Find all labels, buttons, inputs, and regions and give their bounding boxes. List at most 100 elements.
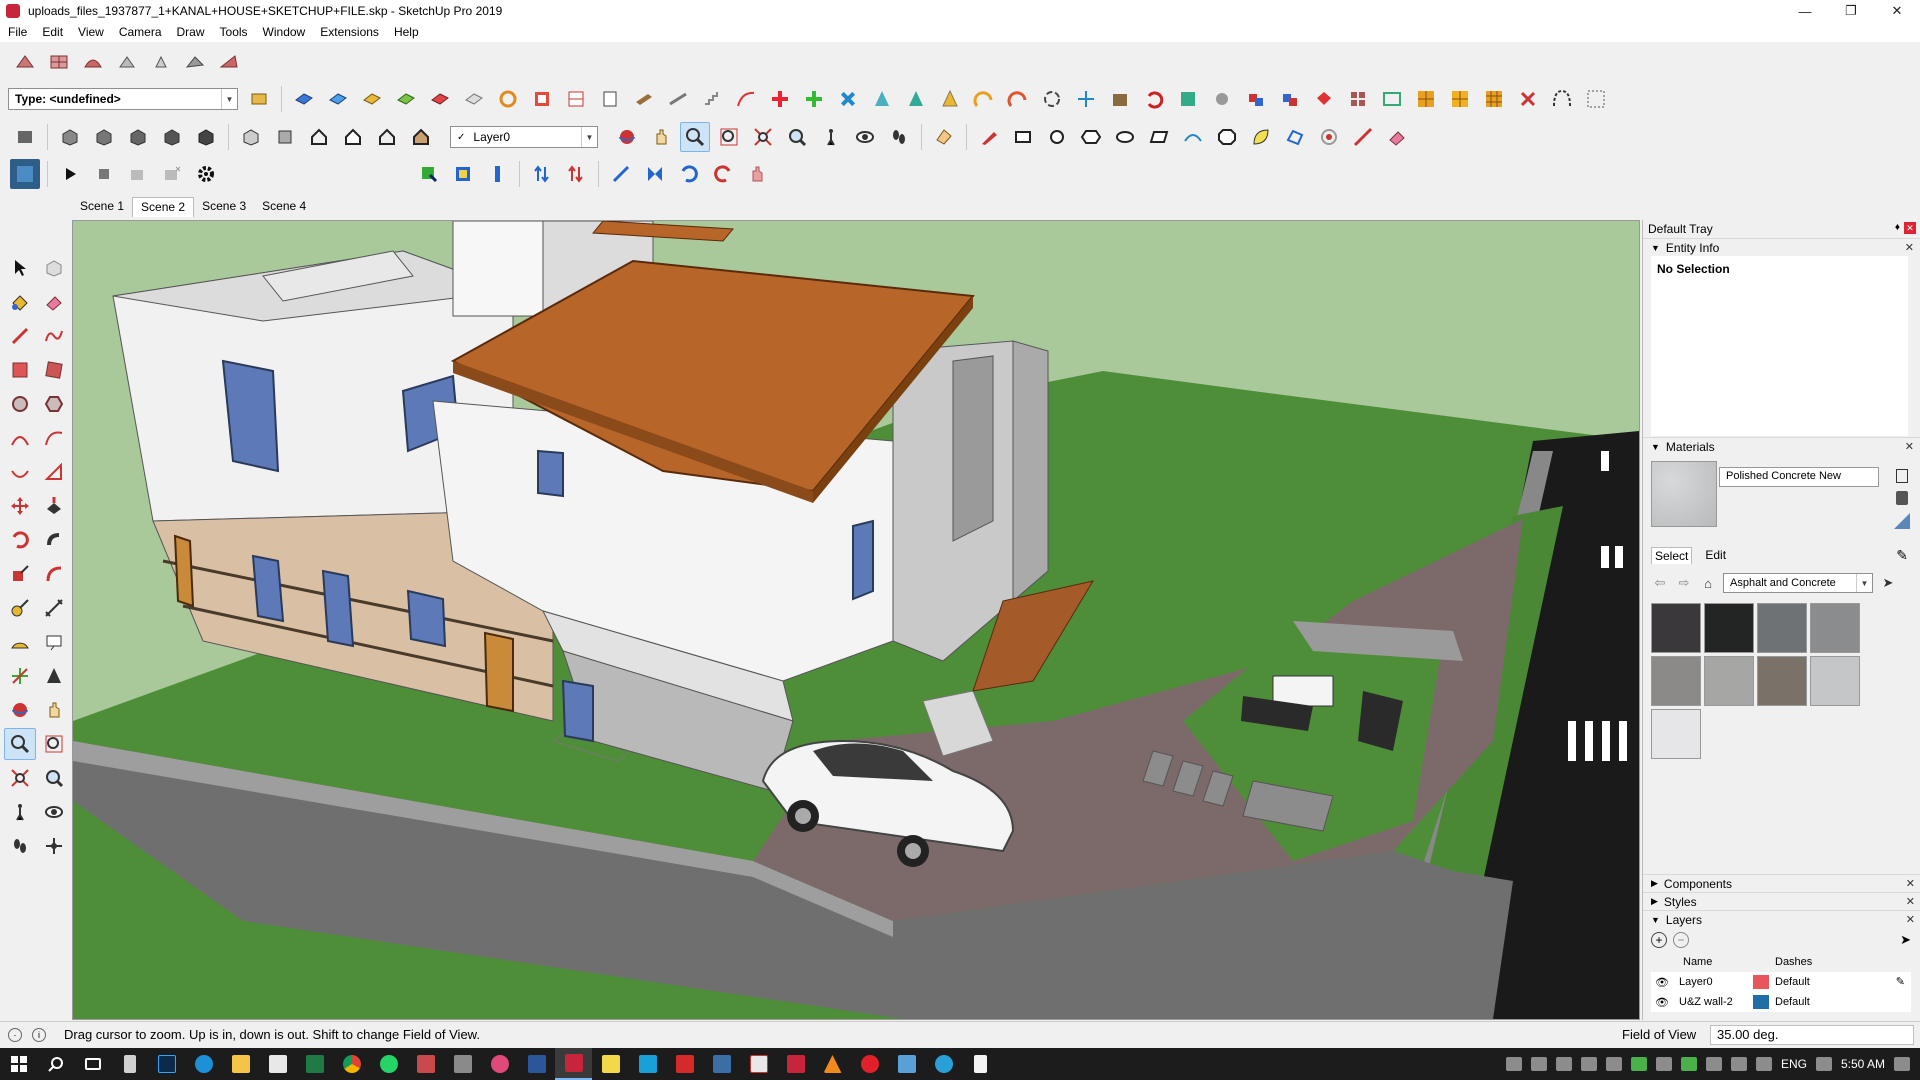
material-swatch[interactable] (1704, 603, 1754, 653)
pan-tool-icon[interactable] (38, 694, 70, 726)
layer-dashes[interactable]: Default (1775, 976, 1855, 988)
previous-tool-icon[interactable] (38, 762, 70, 794)
ifc-wall-icon[interactable] (527, 84, 557, 114)
eraser-pink-icon[interactable] (1382, 122, 1412, 152)
protractor-icon[interactable] (4, 626, 36, 658)
cone-icon[interactable] (867, 84, 897, 114)
line-tool-icon[interactable] (4, 320, 36, 352)
layers-stack-icon[interactable] (10, 122, 40, 152)
cubes-blue-icon[interactable] (1275, 84, 1305, 114)
previous-view-icon[interactable] (782, 122, 812, 152)
material-swatch[interactable] (1810, 603, 1860, 653)
tab-select[interactable]: Select (1651, 547, 1693, 564)
panel-close-icon[interactable]: ✕ (1906, 913, 1915, 926)
walk-tool-icon[interactable] (4, 830, 36, 862)
ellipse-tool-icon[interactable] (1110, 122, 1140, 152)
back-view-icon[interactable] (191, 122, 221, 152)
textured-icon[interactable] (406, 122, 436, 152)
tray-app-icon[interactable] (1530, 1057, 1547, 1071)
sketchup-layout-icon[interactable] (777, 1048, 814, 1080)
materials-header[interactable]: ▼ Materials ✕ (1643, 437, 1920, 455)
paint-stack-icon[interactable] (1896, 491, 1908, 505)
model-viewport[interactable] (72, 220, 1640, 1020)
align-icon[interactable] (606, 159, 636, 189)
move-down-icon[interactable] (561, 159, 591, 189)
text-tool-icon[interactable] (38, 626, 70, 658)
top-view-icon[interactable] (89, 122, 119, 152)
layer-combo[interactable]: ✓ Layer0 ▼ (450, 126, 598, 148)
material-swatch[interactable] (1651, 709, 1701, 759)
ifc-stair-icon[interactable] (697, 84, 727, 114)
curve-icon[interactable] (731, 84, 761, 114)
tray-app-icon[interactable] (1655, 1057, 1672, 1071)
stop-icon[interactable] (89, 159, 119, 189)
offset-tool-icon[interactable] (38, 558, 70, 590)
look-around-tool-icon[interactable] (38, 796, 70, 828)
grid-orange-icon[interactable] (1411, 84, 1441, 114)
sample-paint-icon[interactable] (1894, 513, 1910, 529)
app-screen-icon[interactable] (888, 1048, 925, 1080)
section-tool-icon[interactable] (38, 830, 70, 862)
move-up-icon[interactable] (527, 159, 557, 189)
cube-green-icon[interactable] (1173, 84, 1203, 114)
orbit-tool-icon[interactable] (4, 694, 36, 726)
tray-app-icon[interactable] (1555, 1057, 1572, 1071)
notifications-icon[interactable] (1815, 1057, 1832, 1071)
arc-icon[interactable] (4, 422, 36, 454)
layer-color-swatch[interactable] (1753, 995, 1769, 1009)
freehand-icon[interactable] (974, 122, 1004, 152)
rotated-rect-tool-icon[interactable] (38, 354, 70, 386)
lumion-logo-icon[interactable] (10, 159, 40, 189)
measurements-box[interactable]: 35.00 deg. (1710, 1025, 1914, 1045)
box-icon[interactable] (1105, 84, 1135, 114)
app-grid-icon[interactable] (407, 1048, 444, 1080)
rect-tool-icon[interactable] (1008, 122, 1038, 152)
opera-icon[interactable] (851, 1048, 888, 1080)
rotate-blue-icon[interactable] (674, 159, 704, 189)
material-swatch[interactable] (1810, 656, 1860, 706)
panel-close-icon[interactable]: ✕ (1905, 440, 1914, 453)
geolocation-icon[interactable]: · (8, 1027, 22, 1042)
ifc-roof-icon[interactable] (357, 84, 387, 114)
right-view-icon[interactable] (157, 122, 187, 152)
axes-icon[interactable] (1071, 84, 1101, 114)
blue-cross-icon[interactable] (833, 84, 863, 114)
app-blue-icon[interactable] (629, 1048, 666, 1080)
calculator-icon[interactable] (111, 1048, 148, 1080)
walk-icon[interactable] (884, 122, 914, 152)
details-arrow-icon[interactable]: ➤ (1879, 574, 1897, 592)
octagon-tool-icon[interactable] (1212, 122, 1242, 152)
action-center-icon[interactable] (1894, 1057, 1910, 1071)
smoove-icon[interactable] (78, 47, 108, 77)
pyramid-icon[interactable] (901, 84, 931, 114)
tab-edit[interactable]: Edit (1702, 547, 1729, 564)
circle-icon[interactable] (4, 388, 36, 420)
tray-app-icon[interactable] (1630, 1057, 1647, 1071)
zoom-extents-icon[interactable] (748, 122, 778, 152)
loop-icon[interactable] (1037, 84, 1067, 114)
app-pink-icon[interactable] (481, 1048, 518, 1080)
arc-red-icon[interactable] (1003, 84, 1033, 114)
sketchup-taskbar-icon[interactable] (555, 1048, 592, 1080)
panel-close-icon[interactable]: ✕ (1906, 895, 1915, 908)
ifc-floor-icon[interactable] (391, 84, 421, 114)
create-material-icon[interactable] (1896, 469, 1908, 483)
menu-tools[interactable]: Tools (212, 25, 255, 39)
hidden-line-icon[interactable] (338, 122, 368, 152)
panel-close-icon[interactable]: ✕ (1905, 241, 1914, 254)
push-pull-icon[interactable] (38, 490, 70, 522)
flip-edge-icon[interactable] (214, 47, 244, 77)
entity-info-header[interactable]: ▼ Entity Info ✕ (1643, 238, 1920, 256)
tray-app-icon[interactable] (1505, 1057, 1522, 1071)
pie-icon[interactable] (38, 456, 70, 488)
bezier-icon[interactable] (1547, 84, 1577, 114)
panel-close-icon[interactable]: ✕ (1906, 877, 1915, 890)
arc-tool-icon[interactable] (1178, 122, 1208, 152)
back-arrow-icon[interactable]: ⇦ (1651, 574, 1669, 592)
excel-icon[interactable] (296, 1048, 333, 1080)
two-point-arc-icon[interactable] (38, 422, 70, 454)
styles-header[interactable]: ▶ Styles ✕ (1643, 892, 1920, 910)
circle-tool-icon[interactable] (1042, 122, 1072, 152)
follow-me-icon[interactable] (38, 524, 70, 556)
look-around-icon[interactable] (850, 122, 880, 152)
